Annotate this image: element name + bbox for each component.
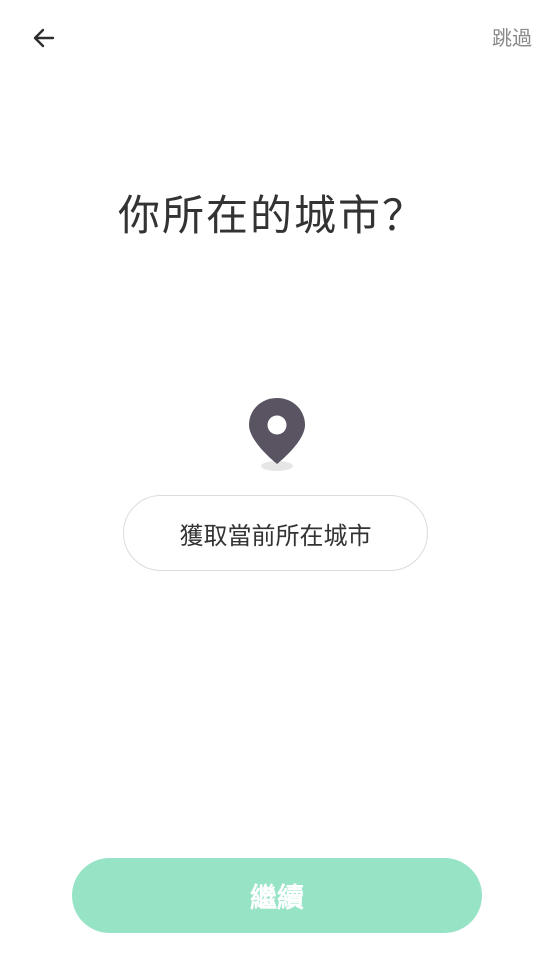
detect-current-city-button[interactable]: 獲取當前所在城市 xyxy=(123,495,428,571)
skip-button[interactable]: 跳過 xyxy=(492,22,532,54)
continue-button[interactable]: 繼續 xyxy=(72,858,482,933)
arrow-left-icon xyxy=(33,28,55,48)
top-bar: 跳過 xyxy=(0,0,544,76)
back-button[interactable] xyxy=(24,18,64,58)
page-title: 你所在的城市？ xyxy=(117,191,426,240)
map-pin-icon xyxy=(244,396,310,476)
